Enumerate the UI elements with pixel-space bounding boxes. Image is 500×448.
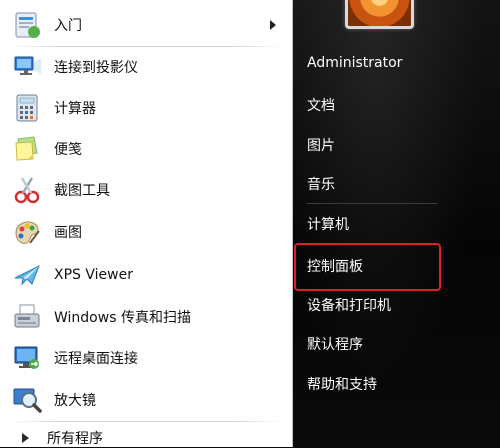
projector-icon: [10, 50, 44, 84]
fax-scan-icon: [10, 300, 44, 334]
program-label: 截图工具: [54, 183, 110, 199]
program-remote-desktop[interactable]: 远程桌面连接: [6, 339, 288, 377]
right-item-documents[interactable]: 文档: [307, 95, 335, 115]
getting-started-icon: [10, 8, 44, 42]
magnifier-icon: [10, 383, 44, 417]
right-item-help-support[interactable]: 帮助和支持: [307, 374, 377, 394]
all-programs-button[interactable]: 所有程序: [22, 428, 103, 448]
program-label: 放大镜: [54, 393, 96, 409]
right-item-pictures[interactable]: 图片: [307, 135, 335, 155]
calculator-icon: [10, 91, 44, 125]
paint-icon: [10, 215, 44, 249]
control-panel-highlight-box: [294, 243, 441, 291]
right-item-username[interactable]: Administrator: [307, 55, 402, 71]
program-xps-viewer[interactable]: XPS Viewer: [6, 256, 288, 294]
program-label: 画图: [54, 225, 82, 241]
separator: [10, 46, 282, 47]
xps-viewer-icon: [10, 258, 44, 292]
program-getting-started[interactable]: 入门: [6, 6, 288, 44]
right-item-computer[interactable]: 计算机: [307, 214, 349, 234]
start-menu-programs-panel: 入门 连接到投影仪 计算器 便笺 截图工具 画图 XPS Viewer Wind…: [0, 0, 293, 447]
program-calculator[interactable]: 计算器: [6, 89, 288, 127]
right-item-devices-printers[interactable]: 设备和打印机: [307, 295, 391, 315]
all-programs-label: 所有程序: [47, 431, 103, 447]
sticky-notes-icon: [10, 132, 44, 166]
program-magnifier[interactable]: 放大镜: [6, 381, 288, 419]
program-paint[interactable]: 画图: [6, 213, 288, 251]
program-snipping-tool[interactable]: 截图工具: [6, 171, 288, 209]
program-label: 计算器: [54, 101, 96, 117]
arrow-right-icon: [22, 433, 29, 443]
program-label: 连接到投影仪: [54, 60, 138, 76]
program-label: XPS Viewer: [54, 267, 133, 283]
program-label: 远程桌面连接: [54, 351, 138, 367]
program-label: 便笺: [54, 142, 82, 158]
program-sticky-notes[interactable]: 便笺: [6, 130, 288, 168]
program-label: Windows 传真和扫描: [54, 310, 191, 326]
separator: [306, 203, 438, 204]
remote-desktop-icon: [10, 341, 44, 375]
program-label: 入门: [54, 18, 82, 34]
snipping-tool-icon: [10, 173, 44, 207]
separator: [10, 421, 282, 422]
user-picture-avatar[interactable]: [345, 0, 414, 29]
program-fax-scan[interactable]: Windows 传真和扫描: [6, 298, 288, 336]
submenu-arrow-icon: [270, 20, 276, 30]
right-item-default-programs[interactable]: 默认程序: [307, 334, 363, 354]
right-item-music[interactable]: 音乐: [307, 174, 335, 194]
program-connect-projector[interactable]: 连接到投影仪: [6, 48, 288, 86]
